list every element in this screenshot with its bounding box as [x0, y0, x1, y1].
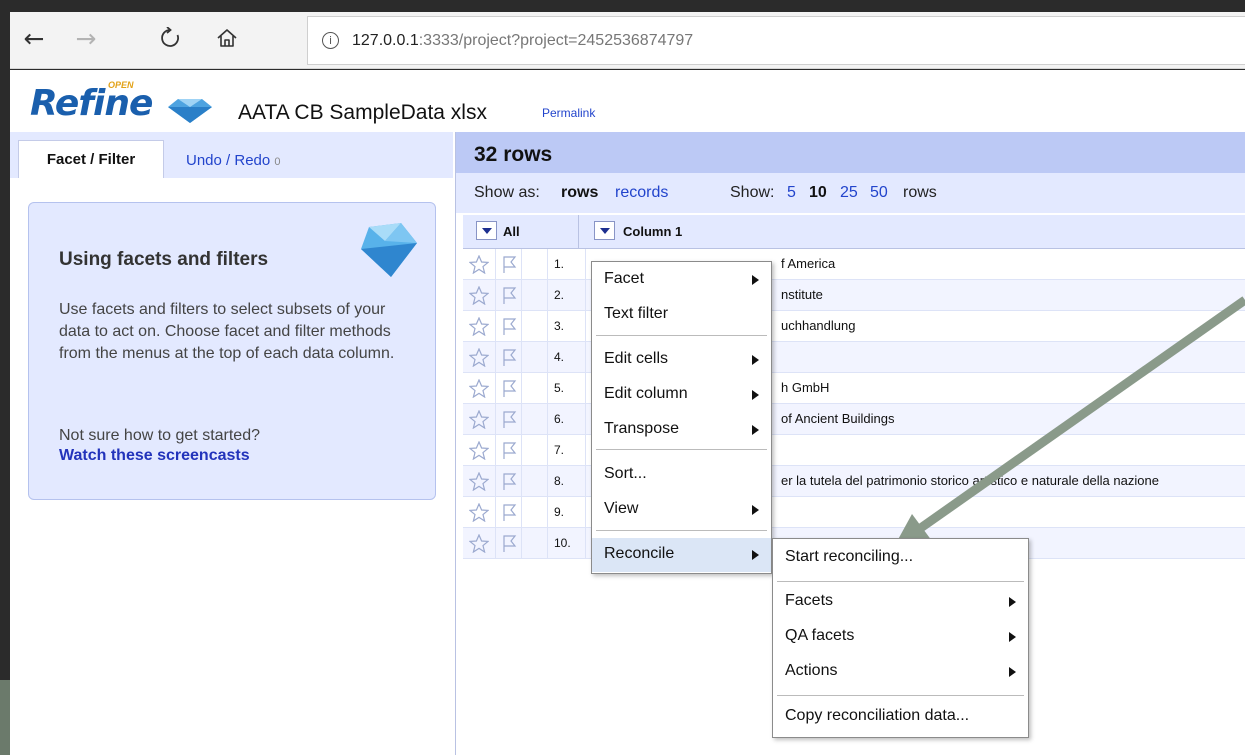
menu-item-label: View: [604, 500, 639, 517]
menu-item-label: QA facets: [785, 627, 855, 644]
menu-item-reconcile[interactable]: Reconcile: [592, 538, 771, 572]
menu-separator: [596, 449, 767, 450]
menu-item-copy-reconciliation-data[interactable]: Copy reconciliation data...: [773, 700, 1028, 734]
menu-separator: [777, 695, 1024, 696]
menu-item-label: Facet: [604, 270, 645, 287]
url-host: 127.0.0.1: [352, 31, 419, 49]
submenu-arrow-icon: [752, 505, 759, 515]
submenu-arrow-icon: [752, 550, 759, 560]
submenu-arrow-icon: [752, 390, 759, 400]
menu-item-label: Facets: [785, 592, 834, 609]
menu-item-sort[interactable]: Sort...: [592, 458, 771, 492]
menu-item-qa-facets[interactable]: QA facets: [773, 620, 1028, 654]
menu-item-transpose[interactable]: Transpose: [592, 413, 771, 447]
menu-separator: [596, 530, 767, 531]
menu-item-actions[interactable]: Actions: [773, 655, 1028, 689]
menu-item-label: Text filter: [604, 305, 669, 322]
menu-separator: [596, 335, 767, 336]
menu-item-start-reconciling[interactable]: Start reconciling...: [773, 541, 1028, 575]
menu-item-label: Edit column: [604, 385, 688, 402]
submenu-arrow-icon: [752, 355, 759, 365]
menu-item-text-filter[interactable]: Text filter: [592, 298, 771, 332]
refresh-icon[interactable]: [152, 20, 188, 56]
submenu-arrow-icon: [752, 275, 759, 285]
arrow-left-icon[interactable]: ←: [16, 20, 52, 56]
openrefine-app: Refine OPEN AATA CB SampleData xlsx Perm…: [10, 70, 1245, 755]
arrow-right-icon[interactable]: →: [68, 20, 104, 56]
menu-item-label: Reconcile: [604, 545, 675, 562]
menu-item-edit-cells[interactable]: Edit cells: [592, 343, 771, 377]
menu-item-label: Transpose: [604, 420, 679, 437]
address-bar[interactable]: i 127.0.0.1:3333/project?project=2452536…: [307, 16, 1245, 65]
submenu-arrow-icon: [752, 425, 759, 435]
submenu-arrow-icon: [1009, 632, 1016, 642]
window-edge: [0, 680, 10, 755]
menu-item-view[interactable]: View: [592, 493, 771, 527]
menu-item-label: Sort...: [604, 465, 647, 482]
menu-item-label: Edit cells: [604, 350, 669, 367]
menu-item-facets[interactable]: Facets: [773, 585, 1028, 619]
reconcile-submenu: Start reconciling... Facets QA facets Actio…: [772, 538, 1029, 738]
menu-item-facet[interactable]: Facet: [592, 263, 771, 297]
menu-item-label: Actions: [785, 662, 838, 679]
column-context-menu: Facet Text filter Edit cells Edit column Tra…: [591, 261, 772, 574]
menu-item-edit-column[interactable]: Edit column: [592, 378, 771, 412]
menu-separator: [777, 581, 1024, 582]
info-icon[interactable]: i: [322, 32, 339, 49]
home-icon[interactable]: [209, 20, 245, 56]
submenu-arrow-icon: [1009, 667, 1016, 677]
menu-item-label: Copy reconciliation data...: [785, 707, 970, 724]
browser-toolbar: ← → i 127.0.0.1:3333/project?project=245…: [10, 12, 1245, 69]
url-path: :3333/project?project=2452536874797: [418, 31, 694, 49]
menu-item-label: Start reconciling...: [785, 548, 914, 565]
submenu-arrow-icon: [1009, 597, 1016, 607]
